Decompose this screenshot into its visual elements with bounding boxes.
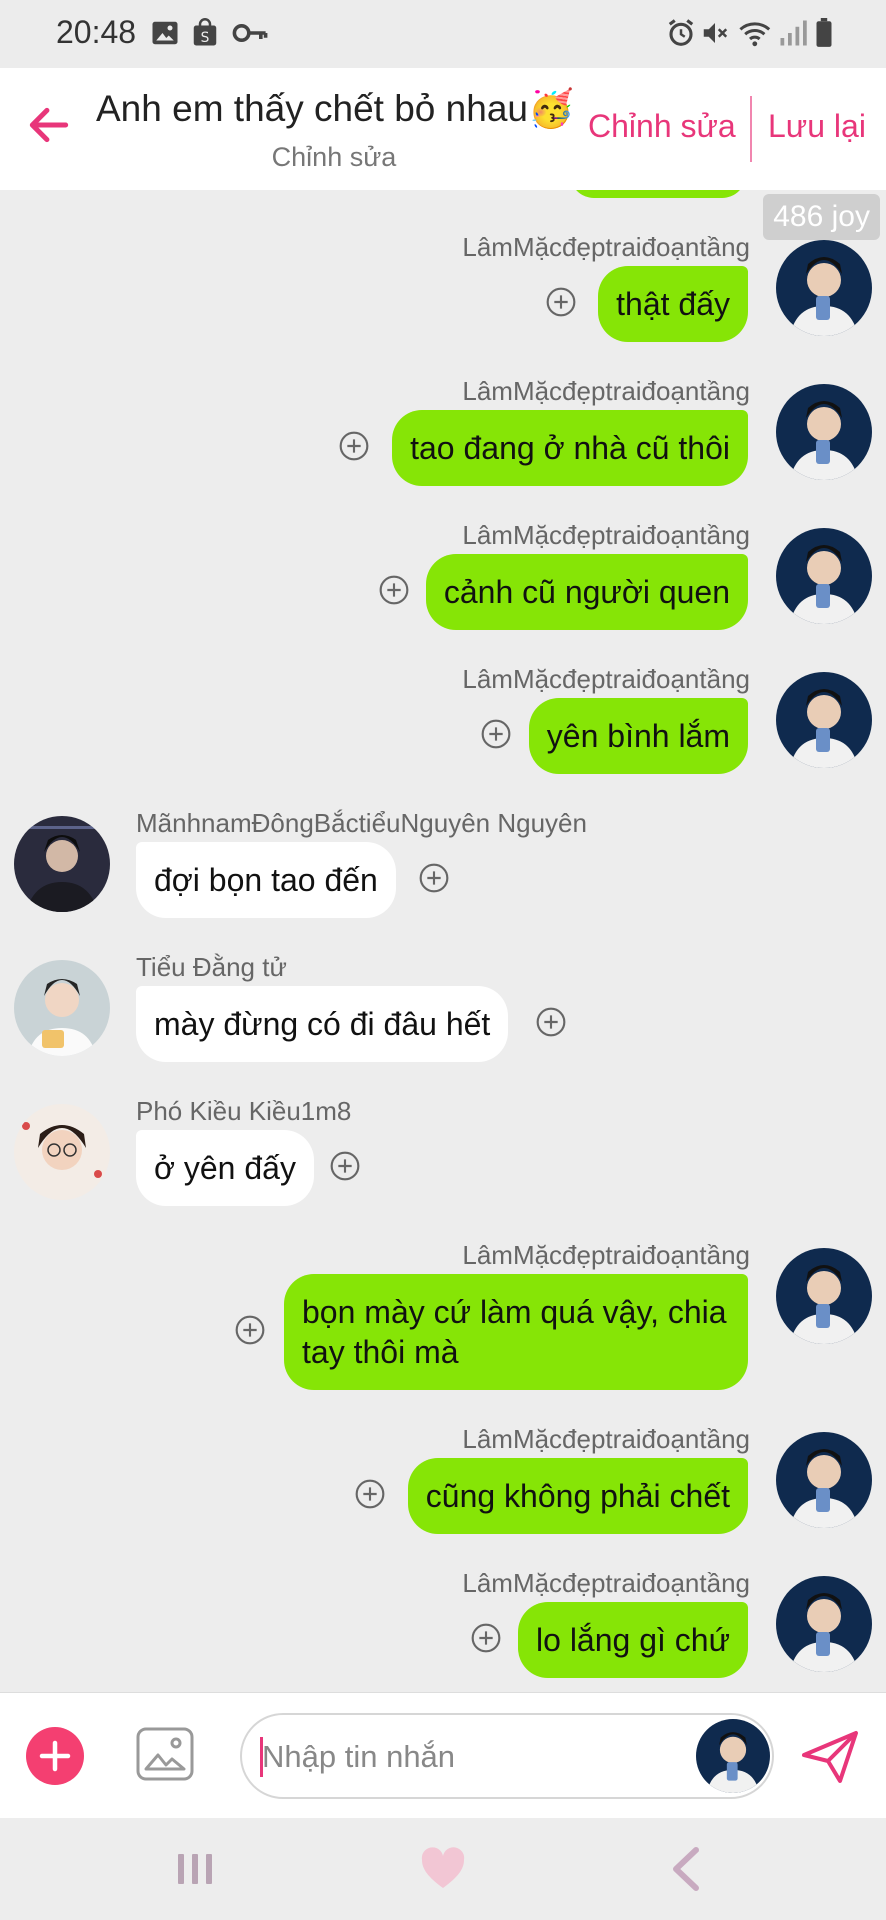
- avatar[interactable]: [14, 816, 110, 912]
- message-item: LâmMặcđẹptraiđoạntầng cảnh cũ người quen: [0, 520, 886, 630]
- message-item: Phó Kiều Kiều1m8 ở yên đấy: [0, 1096, 886, 1206]
- avatar[interactable]: [14, 1104, 110, 1200]
- send-icon[interactable]: [798, 1725, 862, 1789]
- message-item: LâmMặcđẹptraiđoạntầng cũng không phải ch…: [0, 1424, 886, 1534]
- edit-button[interactable]: Chỉnh sửa: [588, 108, 736, 145]
- plus-icon: [39, 1740, 71, 1772]
- sender-name: Phó Kiều Kiều1m8: [136, 1096, 352, 1126]
- sender-name: Tiểu Đằng tử: [136, 952, 287, 982]
- image-picker-icon[interactable]: [134, 1723, 196, 1785]
- status-bar: 20:48 S: [0, 0, 886, 68]
- message-bubble[interactable]: tao đang ở nhà cũ thôi: [392, 410, 748, 486]
- add-reaction-icon[interactable]: [535, 1006, 567, 1038]
- mute-icon: [703, 23, 728, 43]
- message-item: LâmMặcđẹptraiđoạntầng bọn mày cứ làm quá…: [0, 1240, 886, 1390]
- message-bubble[interactable]: cảnh cũ người quen: [425, 554, 748, 630]
- message-item: LâmMặcđẹptraiđoạntầng tao đang ở nhà cũ …: [0, 376, 886, 486]
- message-item: LâmMặcđẹptraiđoạntầng yên bình lắm: [0, 664, 886, 774]
- sender-name: LâmMặcđẹptraiđoạntầng: [462, 664, 750, 694]
- sender-name: MãnhnamĐôngBắctiểuNguyên Nguyên: [136, 808, 587, 838]
- composer-bar: Nhập tin nhắn: [0, 1692, 886, 1818]
- message-bubble[interactable]: lo lắng gì chứ: [518, 1602, 748, 1678]
- chat-header: Anh em thấy chết bỏ nhau🥳 Chỉnh sửa Chỉn…: [0, 68, 886, 190]
- message-input[interactable]: Nhập tin nhắn: [240, 1713, 774, 1799]
- previous-message-bubble: [570, 190, 746, 198]
- add-reaction-icon[interactable]: [234, 1314, 266, 1346]
- avatar[interactable]: [776, 240, 872, 336]
- avatar[interactable]: [776, 1576, 872, 1672]
- message-bubble[interactable]: mày đừng có đi đâu hết: [136, 986, 509, 1062]
- add-reaction-icon[interactable]: [470, 1622, 502, 1654]
- key-icon: [232, 24, 268, 42]
- message-item: LâmMặcđẹptraiđoạntầng lo lắng gì chứ: [0, 1568, 886, 1678]
- shop-bag-icon: S: [193, 18, 217, 46]
- add-reaction-icon[interactable]: [338, 430, 370, 462]
- add-reaction-icon[interactable]: [354, 1478, 386, 1510]
- avatar[interactable]: [776, 1432, 872, 1528]
- message-bubble[interactable]: đợi bọn tao đến: [136, 842, 396, 918]
- avatar[interactable]: [776, 384, 872, 480]
- save-button[interactable]: Lưu lại: [768, 108, 866, 145]
- message-input-placeholder: Nhập tin nhắn: [262, 1739, 456, 1774]
- sender-name: LâmMặcđẹptraiđoạntầng: [462, 376, 750, 406]
- add-reaction-icon[interactable]: [329, 1150, 361, 1182]
- sender-avatar[interactable]: [696, 1719, 770, 1793]
- back-chevron-icon[interactable]: [664, 1844, 714, 1894]
- sender-name: LâmMặcđẹptraiđoạntầng: [462, 232, 750, 262]
- message-bubble[interactable]: bọn mày cứ làm quá vậy, chia tay thôi mà: [284, 1274, 748, 1390]
- add-reaction-icon[interactable]: [418, 862, 450, 894]
- message-item: LâmMặcđẹptraiđoạntầng thật đấy: [0, 232, 886, 342]
- message-bubble[interactable]: cũng không phải chết: [407, 1458, 748, 1534]
- add-reaction-icon[interactable]: [378, 574, 410, 606]
- avatar[interactable]: [776, 672, 872, 768]
- image-icon: [152, 21, 178, 45]
- avatar[interactable]: [776, 528, 872, 624]
- status-time: 20:48: [56, 14, 137, 50]
- battery-icon: [816, 18, 832, 47]
- header-divider: [750, 96, 752, 162]
- message-bubble[interactable]: ở yên đấy: [136, 1130, 314, 1206]
- avatar[interactable]: [776, 1248, 872, 1344]
- message-item: MãnhnamĐôngBắctiểuNguyên Nguyên đợi bọn …: [0, 808, 886, 918]
- sender-name: LâmMặcđẹptraiđoạntầng: [462, 1240, 750, 1270]
- message-list[interactable]: 486 joy LâmMặcđẹptraiđoạntầng thật đấy L…: [0, 190, 886, 1692]
- svg-text:S: S: [201, 30, 210, 46]
- alarm-icon: [668, 19, 694, 46]
- sender-name: LâmMặcđẹptraiđoạntầng: [462, 1568, 750, 1598]
- system-nav-bar: [0, 1818, 886, 1920]
- message-bubble[interactable]: thật đấy: [598, 266, 748, 342]
- chat-title: Anh em thấy chết bỏ nhau🥳: [96, 88, 575, 129]
- add-button[interactable]: [26, 1727, 84, 1785]
- message-bubble[interactable]: yên bình lắm: [528, 698, 748, 774]
- avatar[interactable]: [14, 960, 110, 1056]
- wifi-icon: [739, 22, 771, 47]
- recent-apps-icon[interactable]: [170, 1844, 220, 1894]
- add-reaction-icon[interactable]: [480, 718, 512, 750]
- add-reaction-icon[interactable]: [545, 286, 577, 318]
- chat-subtitle: Chỉnh sửa: [271, 142, 397, 172]
- signal-icon: [780, 20, 807, 46]
- sender-name: LâmMặcđẹptraiđoạntầng: [462, 520, 750, 550]
- sender-name: LâmMặcđẹptraiđoạntầng: [462, 1424, 750, 1454]
- message-item: Tiểu Đằng tử mày đừng có đi đâu hết: [0, 952, 886, 1062]
- home-heart-icon[interactable]: [418, 1844, 468, 1894]
